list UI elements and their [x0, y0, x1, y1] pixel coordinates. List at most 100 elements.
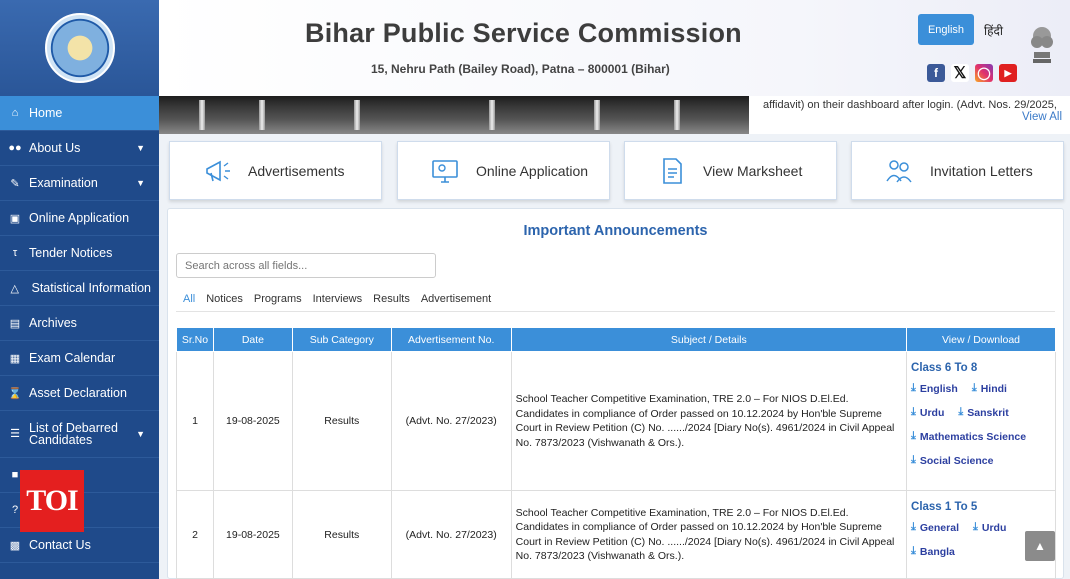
download-label: English: [919, 382, 958, 395]
sidebar-item-asset-declaration[interactable]: ⌛ Asset Declaration: [0, 376, 159, 411]
column-header: Advertisement No.: [390, 327, 512, 352]
sidebar-item-debarred-candidates[interactable]: ☰ List of Debarred Candidates ▼: [0, 411, 159, 458]
users-icon: ●●: [8, 142, 22, 154]
download-icon: ⤓: [911, 406, 916, 418]
quick-link-advertisements[interactable]: Advertisements: [169, 141, 382, 200]
download-link-hindi[interactable]: ⤓ Hindi: [972, 382, 1007, 395]
sidebar-item-label: Statistical Information: [31, 281, 152, 295]
download-label: Urdu: [981, 521, 1007, 534]
site-header: Bihar Public Service Commission 15, Nehr…: [159, 0, 1070, 96]
download-label: Sanskrit: [967, 406, 1009, 419]
list-icon: ☰: [10, 428, 20, 440]
sidebar-item-tender-notices[interactable]: τ Tender Notices: [0, 236, 159, 271]
table-row: 2 19-08-2025 Results (Advt. No. 27/2023)…: [176, 490, 1056, 579]
banner-pillar: [199, 100, 205, 130]
contact-icon: ▩: [9, 539, 21, 552]
chevron-down-icon: ▼: [136, 178, 145, 188]
sidebar-item-label: Online Application: [29, 211, 130, 225]
quick-link-invitation-letters[interactable]: Invitation Letters: [851, 141, 1064, 200]
download-link-general[interactable]: ⤓ General: [911, 521, 959, 534]
sidebar-item-label: About Us: [29, 141, 81, 155]
chevron-up-icon: ▲: [1034, 539, 1046, 553]
sidebar-item-archives[interactable]: ▤ Archives: [0, 306, 159, 341]
address: 15, Nehru Path (Bailey Road), Patna – 80…: [371, 62, 670, 76]
cell-category: Results: [291, 490, 392, 579]
tab-results[interactable]: Results: [373, 293, 410, 305]
sidebar-item-online-application[interactable]: ▣ Online Application: [0, 201, 159, 236]
download-label: Social Science: [919, 454, 994, 467]
download-icon: ⤓: [973, 521, 978, 533]
table-row: 1 19-08-2025 Results (Advt. No. 27/2023)…: [176, 351, 1056, 491]
header-banner: [159, 96, 749, 134]
sidebar-item-exam-calendar[interactable]: ▦ Exam Calendar: [0, 341, 159, 376]
ticker-text[interactable]: affidavit) on their dashboard after logi…: [763, 99, 1057, 111]
column-header: Date: [212, 327, 293, 352]
tab-all[interactable]: All: [183, 293, 195, 305]
download-icon: ⤓: [971, 382, 977, 394]
download-icon: ⤓: [911, 521, 916, 533]
view-all-link[interactable]: View All: [1022, 111, 1062, 123]
scroll-to-top-button[interactable]: ▲: [1025, 531, 1055, 561]
download-icon: ⤓: [958, 406, 964, 418]
download-icon: ⤓: [911, 545, 916, 557]
download-link-bangla[interactable]: ⤓ Bangla: [911, 545, 955, 558]
column-header: View / Download: [906, 327, 1056, 352]
quick-link-label: Online Application: [476, 162, 589, 179]
sidebar-item-label: List of Debarred Candidates: [29, 421, 118, 447]
sidebar-item-examination[interactable]: ✎ Examination ▼: [0, 166, 159, 201]
cell-subject: School Teacher Competitive Examination, …: [510, 490, 908, 579]
download-link-urdu[interactable]: ⤓ Urdu: [911, 406, 944, 419]
sidebar-item-home[interactable]: ⌂ Home: [0, 96, 159, 131]
banner-pillar: [354, 100, 360, 130]
instagram-icon[interactable]: ◯: [975, 64, 993, 82]
download-link-sanskrit[interactable]: ⤓ Sanskrit: [958, 406, 1008, 419]
quick-link-view-marksheet[interactable]: View Marksheet: [624, 141, 837, 200]
announcements-title: Important Announcements: [523, 223, 708, 239]
cell-sr: 2: [176, 490, 214, 579]
download-label: Bangla: [919, 545, 955, 558]
download-link-english[interactable]: ⤓ English: [911, 382, 958, 395]
tab-interviews[interactable]: Interviews: [313, 293, 363, 305]
download-label: Urdu: [919, 406, 945, 419]
tab-programs[interactable]: Programs: [254, 293, 302, 305]
logo-area: [0, 0, 159, 96]
banner-pillar: [489, 100, 495, 130]
quick-link-label: View Marksheet: [703, 162, 803, 179]
quick-link-online-application[interactable]: Online Application: [397, 141, 610, 200]
announcements-table: Sr.No Date Sub Category Advertisement No…: [176, 327, 1056, 579]
megaphone-icon: [206, 160, 230, 181]
banner-pillar: [594, 100, 600, 130]
x-icon[interactable]: 𝕏: [951, 64, 969, 82]
youtube-icon[interactable]: ▶: [999, 64, 1017, 82]
cell-date: 19-08-2025: [212, 490, 293, 579]
pen-icon: ✎: [10, 177, 20, 190]
announcements-panel: Important Announcements All Notices Prog…: [167, 208, 1064, 579]
bpsc-logo[interactable]: [44, 13, 115, 83]
people-icon: [886, 159, 912, 182]
english-button[interactable]: English: [918, 14, 974, 45]
sidebar-item-contact-us[interactable]: ▩ Contact Us: [0, 528, 159, 563]
computer-icon: [432, 159, 458, 183]
sidebar-item-label: Home: [29, 106, 63, 120]
sidebar-item-label: Asset Declaration: [29, 386, 127, 400]
banner-pillar: [259, 100, 265, 130]
tab-notices[interactable]: Notices: [206, 293, 243, 305]
archive-icon: ▤: [9, 317, 21, 330]
facebook-icon[interactable]: f: [927, 64, 945, 82]
monitor-icon: ▣: [9, 212, 21, 225]
hindi-link[interactable]: हिंदी: [984, 22, 1003, 39]
download-link-mathematics-science[interactable]: ⤓ Mathematics Science: [911, 430, 1026, 443]
sidebar-item-label: Examination: [29, 176, 98, 190]
download-label: Mathematics Science: [919, 430, 1027, 443]
tab-advertisement[interactable]: Advertisement: [421, 293, 491, 305]
chart-icon: △: [10, 282, 19, 295]
class-label: Class 1 To 5: [911, 501, 978, 513]
sidebar-item-statistical-information[interactable]: △ Statistical Information: [0, 271, 159, 306]
cell-advt: (Advt. No. 27/2023): [390, 490, 512, 579]
class-label: Class 6 To 8: [911, 362, 978, 374]
download-link-social-science[interactable]: ⤓ Social Science: [911, 454, 993, 467]
search-input[interactable]: [176, 253, 436, 278]
column-header: Sr.No: [176, 327, 214, 352]
download-link-urdu[interactable]: ⤓ Urdu: [973, 521, 1006, 534]
sidebar-item-about-us[interactable]: ●● About Us ▼: [0, 131, 159, 166]
